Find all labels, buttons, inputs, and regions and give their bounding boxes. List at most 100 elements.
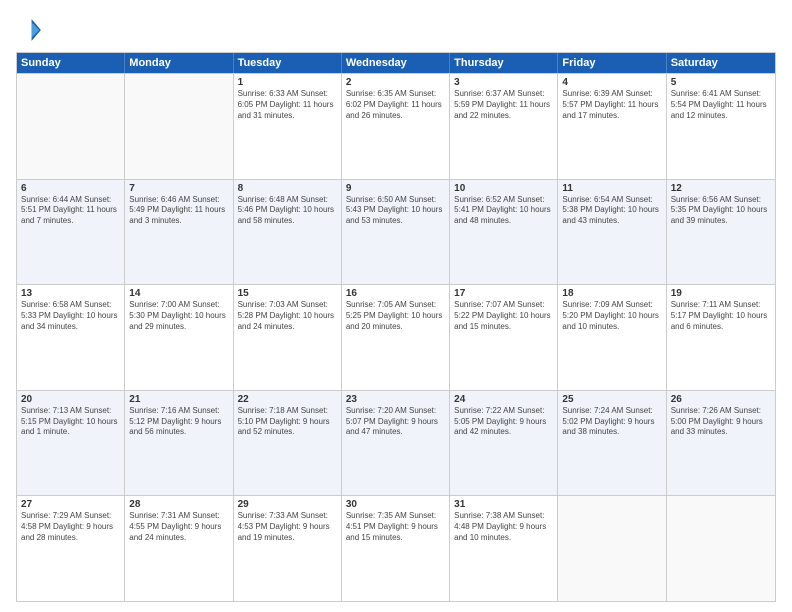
- calendar-cell: 5Sunrise: 6:41 AM Sunset: 5:54 PM Daylig…: [667, 74, 775, 179]
- calendar-cell: 30Sunrise: 7:35 AM Sunset: 4:51 PM Dayli…: [342, 496, 450, 601]
- logo-icon: [16, 16, 44, 44]
- calendar-cell: 10Sunrise: 6:52 AM Sunset: 5:41 PM Dayli…: [450, 180, 558, 285]
- calendar-cell: 17Sunrise: 7:07 AM Sunset: 5:22 PM Dayli…: [450, 285, 558, 390]
- calendar-cell: 21Sunrise: 7:16 AM Sunset: 5:12 PM Dayli…: [125, 391, 233, 496]
- calendar-cell: 12Sunrise: 6:56 AM Sunset: 5:35 PM Dayli…: [667, 180, 775, 285]
- day-info: Sunrise: 6:44 AM Sunset: 5:51 PM Dayligh…: [21, 195, 120, 227]
- day-number: 14: [129, 288, 228, 299]
- calendar-cell: [558, 496, 666, 601]
- day-number: 31: [454, 499, 553, 510]
- calendar-row-1: 1Sunrise: 6:33 AM Sunset: 6:05 PM Daylig…: [17, 73, 775, 179]
- day-number: 7: [129, 183, 228, 194]
- calendar-cell: 6Sunrise: 6:44 AM Sunset: 5:51 PM Daylig…: [17, 180, 125, 285]
- header: [16, 16, 776, 44]
- day-number: 13: [21, 288, 120, 299]
- day-info: Sunrise: 7:31 AM Sunset: 4:55 PM Dayligh…: [129, 511, 228, 543]
- calendar: SundayMondayTuesdayWednesdayThursdayFrid…: [16, 52, 776, 602]
- day-number: 6: [21, 183, 120, 194]
- calendar-row-5: 27Sunrise: 7:29 AM Sunset: 4:58 PM Dayli…: [17, 495, 775, 601]
- day-info: Sunrise: 6:33 AM Sunset: 6:05 PM Dayligh…: [238, 89, 337, 121]
- day-number: 11: [562, 183, 661, 194]
- day-number: 10: [454, 183, 553, 194]
- day-number: 26: [671, 394, 771, 405]
- calendar-cell: [125, 74, 233, 179]
- day-number: 9: [346, 183, 445, 194]
- day-number: 12: [671, 183, 771, 194]
- day-info: Sunrise: 7:26 AM Sunset: 5:00 PM Dayligh…: [671, 406, 771, 438]
- day-number: 8: [238, 183, 337, 194]
- calendar-cell: 27Sunrise: 7:29 AM Sunset: 4:58 PM Dayli…: [17, 496, 125, 601]
- calendar-cell: 26Sunrise: 7:26 AM Sunset: 5:00 PM Dayli…: [667, 391, 775, 496]
- calendar-cell: 15Sunrise: 7:03 AM Sunset: 5:28 PM Dayli…: [234, 285, 342, 390]
- day-info: Sunrise: 7:33 AM Sunset: 4:53 PM Dayligh…: [238, 511, 337, 543]
- calendar-cell: 7Sunrise: 6:46 AM Sunset: 5:49 PM Daylig…: [125, 180, 233, 285]
- day-number: 16: [346, 288, 445, 299]
- day-number: 28: [129, 499, 228, 510]
- calendar-cell: 14Sunrise: 7:00 AM Sunset: 5:30 PM Dayli…: [125, 285, 233, 390]
- calendar-cell: [667, 496, 775, 601]
- day-number: 21: [129, 394, 228, 405]
- day-number: 3: [454, 77, 553, 88]
- header-day-friday: Friday: [558, 53, 666, 73]
- header-day-sunday: Sunday: [17, 53, 125, 73]
- calendar-row-4: 20Sunrise: 7:13 AM Sunset: 5:15 PM Dayli…: [17, 390, 775, 496]
- header-day-monday: Monday: [125, 53, 233, 73]
- day-info: Sunrise: 7:20 AM Sunset: 5:07 PM Dayligh…: [346, 406, 445, 438]
- page: SundayMondayTuesdayWednesdayThursdayFrid…: [0, 0, 792, 612]
- day-number: 19: [671, 288, 771, 299]
- calendar-cell: 8Sunrise: 6:48 AM Sunset: 5:46 PM Daylig…: [234, 180, 342, 285]
- day-info: Sunrise: 6:37 AM Sunset: 5:59 PM Dayligh…: [454, 89, 553, 121]
- calendar-cell: 28Sunrise: 7:31 AM Sunset: 4:55 PM Dayli…: [125, 496, 233, 601]
- calendar-cell: 19Sunrise: 7:11 AM Sunset: 5:17 PM Dayli…: [667, 285, 775, 390]
- day-info: Sunrise: 7:16 AM Sunset: 5:12 PM Dayligh…: [129, 406, 228, 438]
- day-info: Sunrise: 6:48 AM Sunset: 5:46 PM Dayligh…: [238, 195, 337, 227]
- day-info: Sunrise: 7:24 AM Sunset: 5:02 PM Dayligh…: [562, 406, 661, 438]
- calendar-cell: 9Sunrise: 6:50 AM Sunset: 5:43 PM Daylig…: [342, 180, 450, 285]
- day-number: 30: [346, 499, 445, 510]
- calendar-row-2: 6Sunrise: 6:44 AM Sunset: 5:51 PM Daylig…: [17, 179, 775, 285]
- calendar-cell: 31Sunrise: 7:38 AM Sunset: 4:48 PM Dayli…: [450, 496, 558, 601]
- day-info: Sunrise: 6:52 AM Sunset: 5:41 PM Dayligh…: [454, 195, 553, 227]
- day-info: Sunrise: 7:18 AM Sunset: 5:10 PM Dayligh…: [238, 406, 337, 438]
- calendar-cell: [17, 74, 125, 179]
- day-info: Sunrise: 6:35 AM Sunset: 6:02 PM Dayligh…: [346, 89, 445, 121]
- calendar-cell: 29Sunrise: 7:33 AM Sunset: 4:53 PM Dayli…: [234, 496, 342, 601]
- calendar-cell: 18Sunrise: 7:09 AM Sunset: 5:20 PM Dayli…: [558, 285, 666, 390]
- calendar-cell: 11Sunrise: 6:54 AM Sunset: 5:38 PM Dayli…: [558, 180, 666, 285]
- day-info: Sunrise: 7:22 AM Sunset: 5:05 PM Dayligh…: [454, 406, 553, 438]
- calendar-cell: 3Sunrise: 6:37 AM Sunset: 5:59 PM Daylig…: [450, 74, 558, 179]
- calendar-cell: 16Sunrise: 7:05 AM Sunset: 5:25 PM Dayli…: [342, 285, 450, 390]
- day-info: Sunrise: 7:38 AM Sunset: 4:48 PM Dayligh…: [454, 511, 553, 543]
- calendar-cell: 22Sunrise: 7:18 AM Sunset: 5:10 PM Dayli…: [234, 391, 342, 496]
- calendar-cell: 4Sunrise: 6:39 AM Sunset: 5:57 PM Daylig…: [558, 74, 666, 179]
- day-info: Sunrise: 7:13 AM Sunset: 5:15 PM Dayligh…: [21, 406, 120, 438]
- calendar-cell: 1Sunrise: 6:33 AM Sunset: 6:05 PM Daylig…: [234, 74, 342, 179]
- day-number: 18: [562, 288, 661, 299]
- logo: [16, 16, 48, 44]
- day-number: 2: [346, 77, 445, 88]
- calendar-cell: 24Sunrise: 7:22 AM Sunset: 5:05 PM Dayli…: [450, 391, 558, 496]
- day-number: 23: [346, 394, 445, 405]
- day-info: Sunrise: 6:54 AM Sunset: 5:38 PM Dayligh…: [562, 195, 661, 227]
- day-info: Sunrise: 6:46 AM Sunset: 5:49 PM Dayligh…: [129, 195, 228, 227]
- day-number: 27: [21, 499, 120, 510]
- header-day-tuesday: Tuesday: [234, 53, 342, 73]
- day-info: Sunrise: 6:50 AM Sunset: 5:43 PM Dayligh…: [346, 195, 445, 227]
- header-day-wednesday: Wednesday: [342, 53, 450, 73]
- calendar-cell: 13Sunrise: 6:58 AM Sunset: 5:33 PM Dayli…: [17, 285, 125, 390]
- day-number: 15: [238, 288, 337, 299]
- header-day-thursday: Thursday: [450, 53, 558, 73]
- day-number: 4: [562, 77, 661, 88]
- day-info: Sunrise: 7:00 AM Sunset: 5:30 PM Dayligh…: [129, 300, 228, 332]
- day-number: 17: [454, 288, 553, 299]
- day-number: 29: [238, 499, 337, 510]
- calendar-cell: 25Sunrise: 7:24 AM Sunset: 5:02 PM Dayli…: [558, 391, 666, 496]
- day-info: Sunrise: 7:29 AM Sunset: 4:58 PM Dayligh…: [21, 511, 120, 543]
- calendar-header: SundayMondayTuesdayWednesdayThursdayFrid…: [17, 53, 775, 73]
- day-info: Sunrise: 7:03 AM Sunset: 5:28 PM Dayligh…: [238, 300, 337, 332]
- day-info: Sunrise: 7:11 AM Sunset: 5:17 PM Dayligh…: [671, 300, 771, 332]
- calendar-cell: 2Sunrise: 6:35 AM Sunset: 6:02 PM Daylig…: [342, 74, 450, 179]
- header-day-saturday: Saturday: [667, 53, 775, 73]
- day-info: Sunrise: 6:41 AM Sunset: 5:54 PM Dayligh…: [671, 89, 771, 121]
- day-number: 24: [454, 394, 553, 405]
